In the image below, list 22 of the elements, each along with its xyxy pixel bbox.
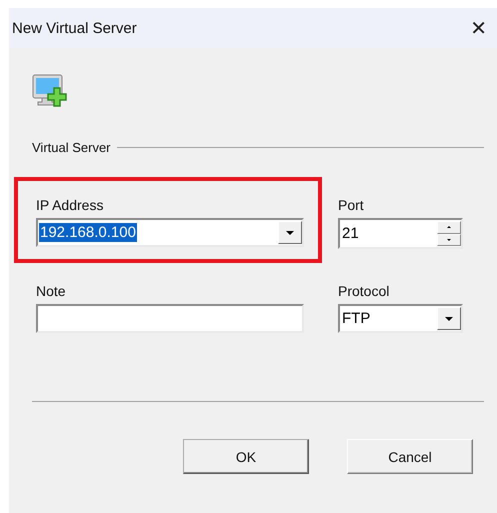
dropdown-button[interactable] xyxy=(437,307,461,330)
field-label: Protocol xyxy=(338,283,390,299)
spin-down-button[interactable] xyxy=(437,234,461,246)
up-arrow-icon xyxy=(447,226,451,228)
spin-up-button[interactable] xyxy=(437,221,461,234)
field-label: IP Address xyxy=(36,197,104,213)
dialog-button[interactable]: OK xyxy=(183,439,309,474)
dropdown-button[interactable] xyxy=(278,221,302,244)
down-arrow-icon xyxy=(447,238,451,241)
caret-icon xyxy=(445,316,453,320)
close-button[interactable]: ✕ xyxy=(466,16,491,40)
section-title: Virtual Server xyxy=(32,140,111,155)
protocol-select[interactable]: FTP xyxy=(338,304,463,333)
field-label: Port xyxy=(338,197,365,213)
port-spinbox[interactable]: 21 xyxy=(338,218,463,249)
dialog-button[interactable]: Cancel xyxy=(347,439,473,474)
window-title: New Virtual Server xyxy=(12,20,137,36)
note-input[interactable] xyxy=(36,304,304,333)
monitor-add-icon xyxy=(32,74,68,110)
caret-icon xyxy=(286,230,294,234)
field-label: Note xyxy=(36,283,67,299)
ip-address-combo[interactable]: 192.168.0.100 xyxy=(36,218,304,247)
